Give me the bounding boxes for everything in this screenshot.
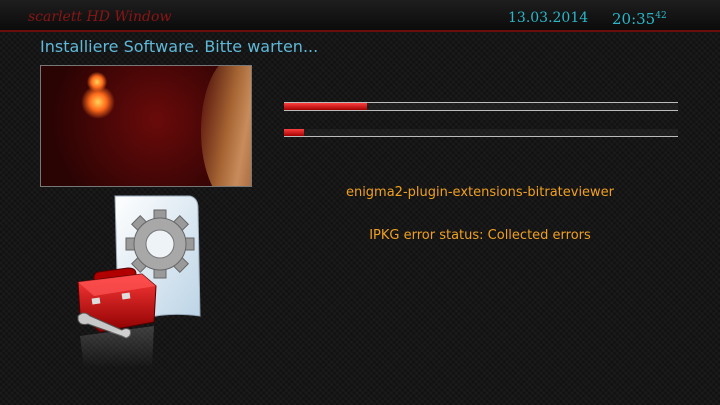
clock-seconds: 42 xyxy=(655,11,667,21)
icon-reflection xyxy=(80,326,154,368)
window-name: scarlett HD Window xyxy=(28,9,172,25)
error-status: IPKG error status: Collected errors xyxy=(369,228,591,243)
preview-light xyxy=(81,85,115,119)
overall-progress-bar xyxy=(284,102,678,111)
package-progress-bar xyxy=(284,129,678,137)
tv-preview xyxy=(40,65,252,187)
clock-time: 20:35 xyxy=(612,10,656,28)
preview-figure xyxy=(201,66,251,186)
gear-icon xyxy=(125,209,195,279)
overall-progress-fill xyxy=(284,103,367,110)
top-bar: scarlett HD Window 13.03.2014 20:3542 xyxy=(0,0,720,32)
package-name: enigma2-plugin-extensions-bitrateviewer xyxy=(345,185,615,200)
date-display: 13.03.2014 xyxy=(508,10,589,26)
clock-display: 20:3542 xyxy=(612,10,667,28)
page-title: Installiere Software. Bitte warten... xyxy=(40,37,319,56)
package-progress-fill xyxy=(284,129,304,136)
software-manager-icon xyxy=(70,190,210,374)
